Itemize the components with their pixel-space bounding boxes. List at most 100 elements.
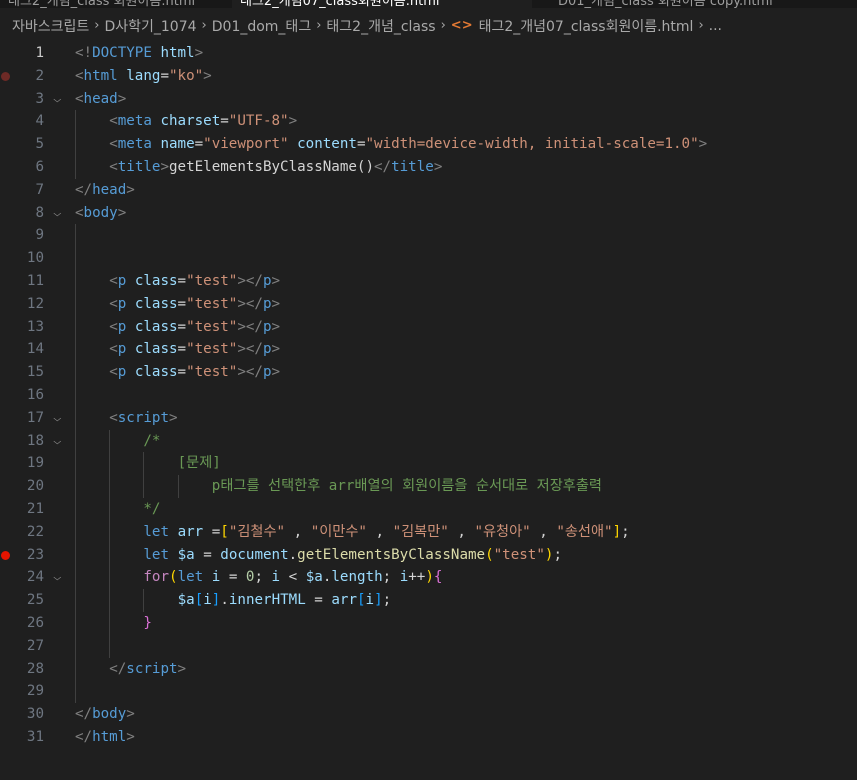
- html-file-icon: <>: [450, 18, 473, 33]
- code-line[interactable]: 15 <p class="test"></p>: [0, 361, 857, 384]
- code-line[interactable]: 21 */: [0, 497, 857, 521]
- code-line[interactable]: 14 <p class="test"></p>: [0, 338, 857, 362]
- code-line[interactable]: 16: [0, 383, 857, 407]
- fold-chevron-icon[interactable]: ⌵: [53, 430, 62, 453]
- line-number[interactable]: 24: [0, 566, 44, 589]
- code-token: <: [109, 113, 118, 130]
- code-line[interactable]: 6 <title>getElementsByClassName()</title>: [0, 155, 857, 179]
- code-line[interactable]: 29: [0, 680, 857, 704]
- line-number[interactable]: 1: [0, 42, 44, 65]
- code-editor[interactable]: 1 <!DOCTYPE html> 2 <html lang="ko"> 3 ⌵ <head…: [0, 42, 857, 749]
- line-number[interactable]: 23: [0, 544, 44, 567]
- code-line[interactable]: 11 <p class="test"></p>: [0, 269, 857, 293]
- breadcrumb-trail[interactable]: ...: [709, 18, 722, 34]
- tab-label: 태그2_개념07_class회원이름.html: [240, 0, 440, 8]
- code-line[interactable]: 12 <p class="test"></p>: [0, 292, 857, 316]
- line-number[interactable]: 26: [0, 612, 44, 635]
- line-number[interactable]: 31: [0, 726, 44, 749]
- line-number[interactable]: 28: [0, 658, 44, 681]
- code-line[interactable]: 18 ⌵ /*: [0, 429, 857, 453]
- code-line[interactable]: 10: [0, 247, 857, 270]
- code-token: >: [271, 364, 281, 381]
- code-line[interactable]: 1 <!DOCTYPE html>: [0, 42, 857, 65]
- code-line[interactable]: 3 ⌵ <head>: [0, 88, 857, 111]
- indent-guide: [75, 110, 76, 134]
- line-number[interactable]: 16: [0, 384, 44, 407]
- breadcrumb-item[interactable]: 태그2_개념_class: [326, 16, 435, 36]
- code-token: ;: [382, 569, 400, 586]
- indent-guide: [75, 338, 76, 362]
- line-number[interactable]: 9: [0, 224, 44, 247]
- code-line[interactable]: 7 </head>: [0, 179, 857, 202]
- line-number[interactable]: 12: [0, 293, 44, 316]
- code-text: <p class="test"></p>: [109, 338, 280, 361]
- line-number[interactable]: 5: [0, 133, 44, 156]
- breadcrumb-item[interactable]: 자바스크립트: [12, 16, 89, 36]
- code-line[interactable]: 5 <meta name="viewport" content="width=de…: [0, 133, 857, 156]
- code-text: <p class="test"></p>: [109, 293, 280, 316]
- breadcrumb-item[interactable]: D사학기_1074: [104, 16, 196, 36]
- code-token: class: [134, 295, 178, 312]
- code-line[interactable]: 17 ⌵ <script>: [0, 406, 857, 430]
- tab-file-2[interactable]: 태그2_개념07_class회원이름.html: [232, 0, 532, 8]
- tab-file-3[interactable]: D01_개념_class 회원이름 copy.html: [550, 0, 857, 8]
- line-number[interactable]: 11: [0, 270, 44, 293]
- line-number[interactable]: 22: [0, 521, 44, 544]
- code-line[interactable]: 8 ⌵ <body>: [0, 202, 857, 225]
- code-line[interactable]: 2 <html lang="ko">: [0, 65, 857, 88]
- line-number[interactable]: 6: [0, 156, 44, 179]
- line-number[interactable]: 19: [0, 452, 44, 475]
- code-token: >: [194, 45, 204, 61]
- indent-guide: [75, 269, 76, 293]
- code-line[interactable]: 19 [문제]: [0, 452, 857, 476]
- line-number[interactable]: 15: [0, 361, 44, 384]
- code-line[interactable]: 25 $a[i].innerHTML = arr[i];: [0, 589, 857, 612]
- code-line[interactable]: 26}: [0, 611, 857, 635]
- line-number[interactable]: 8: [0, 202, 44, 225]
- fold-chevron-icon[interactable]: ⌵: [53, 202, 62, 225]
- line-number[interactable]: 17: [0, 407, 44, 430]
- line-number[interactable]: 30: [0, 703, 44, 726]
- code-text: }: [143, 612, 152, 635]
- line-number[interactable]: 10: [0, 247, 44, 270]
- code-line[interactable]: 23 let $a = document.getElementsByClassNa…: [0, 543, 857, 567]
- code-line[interactable]: 22 let arr =["김철수" , "이만수" , "김복만" , "유청아…: [0, 520, 857, 544]
- code-line[interactable]: 28 </script>: [0, 657, 857, 681]
- code-line[interactable]: 20 p태그를 선택한후 arr배열의 회원이름을 순서대로 저장후출력: [0, 475, 857, 498]
- line-number[interactable]: 21: [0, 498, 44, 521]
- line-number[interactable]: 3: [0, 88, 44, 111]
- code-line[interactable]: 30 </body>: [0, 703, 857, 726]
- line-number[interactable]: 20: [0, 475, 44, 498]
- fold-chevron-icon[interactable]: ⌵: [53, 566, 62, 589]
- breadcrumb-file[interactable]: 태그2_개념07_class회원이름.html: [479, 16, 694, 36]
- code-line[interactable]: 31 </html>: [0, 726, 857, 749]
- code-token: ++: [408, 569, 426, 586]
- code-token: content: [297, 136, 357, 153]
- code-line[interactable]: 4 <meta charset="UTF-8">: [0, 110, 857, 134]
- line-number[interactable]: 13: [0, 316, 44, 339]
- tab-file-1[interactable]: 태그2_개념_class 회원이름.html: [0, 0, 215, 8]
- indent-guide: [75, 383, 76, 407]
- code-token: html: [92, 728, 127, 745]
- line-number[interactable]: 7: [0, 179, 44, 202]
- indent-guide: [109, 497, 111, 521]
- line-number[interactable]: 25: [0, 589, 44, 612]
- code-token: <: [109, 158, 118, 175]
- code-token: ]: [374, 592, 383, 609]
- code-line[interactable]: 27: [0, 634, 857, 658]
- code-line[interactable]: 9: [0, 224, 857, 248]
- breadcrumb-item[interactable]: D01_dom_태그: [212, 16, 311, 36]
- line-number[interactable]: 14: [0, 338, 44, 361]
- code-line[interactable]: 13 <p class="test"></p>: [0, 315, 857, 339]
- code-token: "test": [186, 272, 238, 289]
- fold-chevron-icon[interactable]: ⌵: [53, 88, 62, 111]
- fold-chevron-icon[interactable]: ⌵: [53, 407, 62, 430]
- line-number[interactable]: 2: [0, 65, 44, 88]
- code-text: $a[i].innerHTML = arr[i];: [178, 589, 392, 612]
- indent-guide: [177, 475, 179, 498]
- line-number[interactable]: 4: [0, 110, 44, 133]
- line-number[interactable]: 18: [0, 430, 44, 453]
- code-line[interactable]: 24 ⌵ for(let i = 0; i < $a.length; i++){: [0, 566, 857, 590]
- line-number[interactable]: 27: [0, 635, 44, 658]
- line-number[interactable]: 29: [0, 680, 44, 703]
